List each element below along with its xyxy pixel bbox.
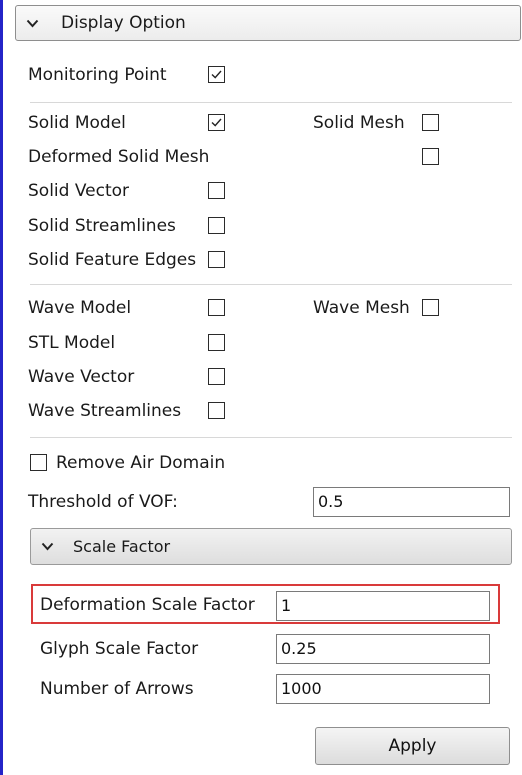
wave-mesh-checkbox[interactable]: [422, 299, 439, 316]
wave-vector-checkbox[interactable]: [208, 368, 225, 385]
deformation-scale-factor-input[interactable]: 1: [276, 591, 490, 621]
chevron-down-icon: [26, 6, 39, 40]
panel-left-border: [0, 0, 3, 775]
wave-model-label: Wave Model: [28, 298, 132, 318]
separator: [30, 102, 512, 103]
threshold-vof-label: Threshold of VOF:: [28, 492, 178, 512]
apply-button[interactable]: Apply: [315, 727, 510, 765]
solid-feature-edges-label: Solid Feature Edges: [28, 250, 197, 270]
wave-mesh-label: Wave Mesh: [313, 298, 410, 318]
checkmark-icon: [211, 70, 222, 79]
stl-model-label: STL Model: [28, 333, 116, 353]
solid-vector-checkbox[interactable]: [208, 182, 225, 199]
number-of-arrows-input[interactable]: 1000: [276, 674, 490, 704]
glyph-scale-factor-input[interactable]: 0.25: [276, 634, 490, 664]
checkmark-icon: [211, 118, 222, 127]
apply-button-label: Apply: [388, 736, 437, 756]
solid-streamlines-label: Solid Streamlines: [28, 216, 176, 236]
separator: [30, 284, 512, 285]
deformation-scale-factor-label: Deformation Scale Factor: [40, 595, 255, 615]
threshold-vof-input[interactable]: 0.5: [313, 487, 510, 517]
solid-mesh-checkbox[interactable]: [422, 114, 439, 131]
display-option-header[interactable]: Display Option: [15, 5, 521, 41]
remove-air-domain-checkbox[interactable]: [30, 454, 47, 471]
solid-vector-label: Solid Vector: [28, 181, 130, 201]
monitoring-point-checkbox[interactable]: [208, 66, 225, 83]
wave-streamlines-checkbox[interactable]: [208, 402, 225, 419]
number-of-arrows-label: Number of Arrows: [40, 679, 194, 699]
solid-streamlines-checkbox[interactable]: [208, 217, 225, 234]
scale-factor-header[interactable]: Scale Factor: [30, 528, 512, 565]
stl-model-checkbox[interactable]: [208, 334, 225, 351]
chevron-down-icon: [41, 529, 54, 564]
scale-factor-title: Scale Factor: [73, 537, 171, 556]
display-option-title: Display Option: [61, 13, 186, 33]
solid-feature-edges-checkbox[interactable]: [208, 251, 225, 268]
wave-model-checkbox[interactable]: [208, 299, 225, 316]
wave-streamlines-label: Wave Streamlines: [28, 401, 182, 421]
monitoring-point-label: Monitoring Point: [28, 65, 167, 85]
solid-model-label: Solid Model: [28, 113, 126, 133]
wave-vector-label: Wave Vector: [28, 367, 135, 387]
solid-mesh-label: Solid Mesh: [313, 113, 405, 133]
remove-air-domain-label: Remove Air Domain: [56, 453, 226, 473]
separator: [30, 437, 512, 438]
solid-model-checkbox[interactable]: [208, 114, 225, 131]
deformed-solid-mesh-checkbox[interactable]: [422, 148, 439, 165]
deformed-solid-mesh-label: Deformed Solid Mesh: [28, 147, 210, 167]
glyph-scale-factor-label: Glyph Scale Factor: [40, 639, 199, 659]
